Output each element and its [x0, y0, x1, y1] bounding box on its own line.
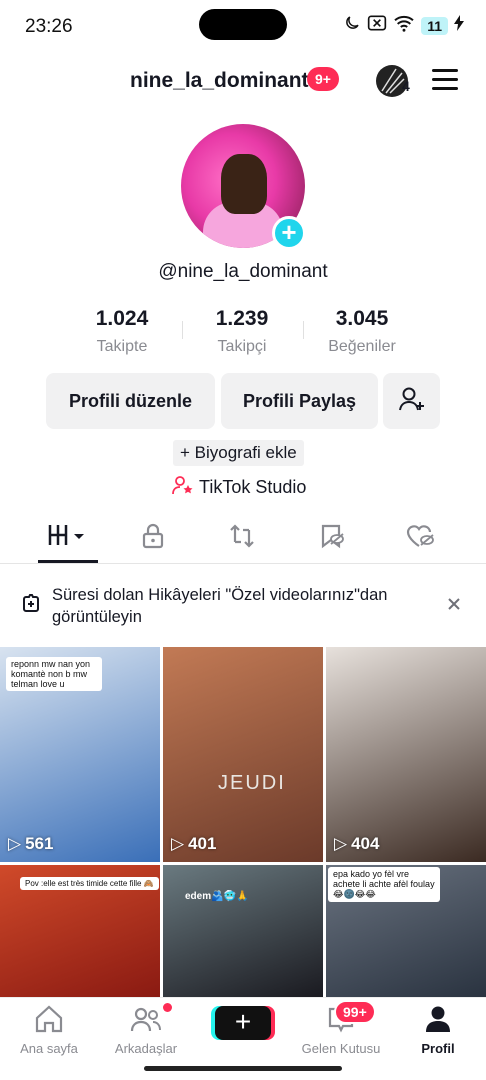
status-icons: 11: [343, 14, 464, 37]
nav-label: Ana sayfa: [20, 1041, 78, 1056]
stat-label: Takipte: [96, 338, 148, 355]
active-tab-indicator: [38, 560, 98, 563]
banner-text: Süresi dolan Hikâyeleri "Özel videoların…: [52, 586, 388, 626]
video-thumbnail[interactable]: Pov :elle est très timide cette fille 🙈: [0, 865, 160, 997]
nav-home[interactable]: Ana sayfa: [4, 1004, 94, 1056]
account-switcher[interactable]: nine_la_dominant: [130, 69, 309, 93]
stat-value: 1.024: [95, 307, 149, 330]
video-grid: reponn mw nan yon komantè non b mw telma…: [0, 647, 486, 997]
play-icon: ▷: [8, 834, 22, 853]
play-icon: ▷: [334, 834, 348, 853]
video-thumbnail[interactable]: epa kado yo fèl vre achete li achte afèl…: [326, 865, 486, 997]
tab-liked[interactable]: [391, 516, 451, 563]
nav-profile[interactable]: Profil: [393, 1004, 483, 1056]
stat-value: 1.239: [215, 307, 269, 330]
profile-header: nine_la_dominant 9+ 4: [0, 60, 486, 104]
moon-icon: [343, 14, 361, 37]
create-button[interactable]: +: [215, 1006, 271, 1040]
add-story-button[interactable]: +: [272, 216, 306, 250]
add-user-icon: [397, 384, 427, 419]
profile-tabs: [0, 516, 486, 564]
stat-likes[interactable]: 3.045 Beğeniler: [302, 307, 422, 356]
camera-notch: [199, 9, 287, 40]
account-count: 4: [402, 78, 410, 94]
status-bar: 23:26 11: [0, 0, 486, 56]
friends-icon: [129, 1007, 163, 1038]
tab-private[interactable]: [123, 516, 183, 563]
tiktok-studio-link[interactable]: TikTok Studio: [172, 475, 306, 500]
video-caption: JEUDI: [218, 772, 286, 794]
video-caption: reponn mw nan yon komantè non b mw telma…: [6, 657, 102, 691]
wifi-icon: [393, 14, 415, 37]
inbox-badge: 99+: [334, 1000, 376, 1024]
video-caption: Pov :elle est très timide cette fille 🙈: [20, 877, 159, 890]
studio-label: TikTok Studio: [199, 477, 307, 497]
notification-badge[interactable]: 9+: [307, 67, 339, 91]
video-thumbnail[interactable]: edem🫂🥶🙏: [163, 865, 323, 997]
bookmark-hidden-icon: [317, 522, 347, 555]
add-bio-button[interactable]: + Biyografi ekle: [173, 440, 304, 466]
stat-value: 3.045: [335, 307, 389, 330]
video-thumbnail[interactable]: ▷ 404: [326, 647, 486, 862]
video-thumbnail[interactable]: reponn mw nan yon komantè non b mw telma…: [0, 647, 160, 862]
profile-handle: @nine_la_dominant: [158, 261, 328, 282]
friends-notification-dot: [163, 1003, 172, 1012]
nav-label: Gelen Kutusu: [301, 1041, 381, 1056]
edit-profile-button[interactable]: Profili düzenle: [46, 373, 215, 429]
video-thumbnail[interactable]: JEUDI ▷ 401: [163, 647, 323, 862]
studio-icon: [172, 475, 194, 500]
tab-videos[interactable]: [38, 516, 98, 563]
tab-reposts[interactable]: [212, 516, 272, 563]
repost-icon: [227, 522, 257, 555]
video-caption: edem🫂🥶🙏: [185, 891, 249, 902]
status-time: 23:26: [25, 16, 73, 37]
stat-label: Takipçi: [217, 338, 267, 355]
story-add-icon: [20, 592, 42, 619]
home-icon: [33, 1005, 65, 1038]
close-icon[interactable]: [446, 596, 462, 617]
video-caption: epa kado yo fèl vre achete li achte afèl…: [328, 867, 440, 902]
nav-label: Arkadaşlar: [114, 1041, 178, 1056]
home-indicator: [144, 1066, 342, 1071]
stat-followers[interactable]: 1.239 Takipçi: [182, 307, 302, 356]
stat-following[interactable]: 1.024 Takipte: [62, 307, 182, 356]
heart-hidden-icon: [405, 522, 437, 555]
view-count: ▷ 401: [171, 834, 217, 853]
view-count: ▷ 561: [8, 834, 54, 853]
share-profile-button[interactable]: Profili Paylaş: [221, 373, 378, 429]
stories-banner[interactable]: Süresi dolan Hikâyeleri "Özel videoların…: [0, 580, 486, 636]
play-icon: ▷: [171, 834, 185, 853]
battery-level: 11: [421, 16, 448, 35]
stat-label: Beğeniler: [328, 338, 396, 355]
profile-stats: 1.024 Takipte 1.239 Takipçi 3.045 Beğeni…: [0, 307, 486, 357]
view-count: ▷ 404: [334, 834, 380, 853]
menu-icon[interactable]: [432, 69, 460, 91]
grid-icon: [46, 522, 90, 553]
tab-favorites[interactable]: [302, 516, 362, 563]
charging-icon: [454, 15, 464, 36]
lock-icon: [140, 522, 166, 555]
nav-label: Profil: [421, 1041, 455, 1056]
add-friend-button[interactable]: [383, 373, 440, 429]
profile-icon: [423, 1006, 453, 1038]
nav-friends[interactable]: Arkadaşlar: [101, 1004, 191, 1056]
no-sim-icon: [367, 14, 387, 37]
